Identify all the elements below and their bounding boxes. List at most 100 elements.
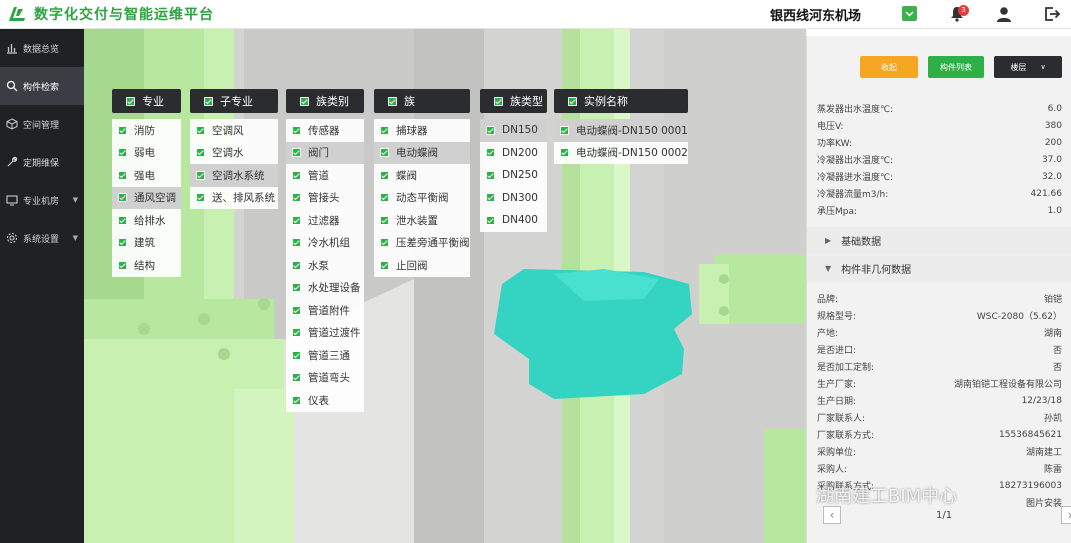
checkbox-icon[interactable] — [292, 170, 301, 180]
checkbox-icon[interactable] — [380, 170, 389, 180]
checkbox-icon[interactable] — [292, 305, 301, 315]
filter-option[interactable]: DN400 — [480, 209, 547, 232]
filter-option[interactable]: 管接头 — [286, 187, 364, 210]
checkbox-icon[interactable] — [292, 328, 301, 338]
checkbox-icon[interactable] — [196, 125, 205, 135]
section-non-geometric-data[interactable]: ▼ 构件非几何数据 — [807, 255, 1071, 282]
filter-option[interactable]: 冷水机组 — [286, 232, 364, 255]
checkbox-icon[interactable] — [118, 170, 127, 180]
filter-option[interactable]: 建筑 — [112, 232, 181, 255]
checkbox-icon[interactable] — [380, 260, 389, 270]
filter-option[interactable]: 管道过渡件 — [286, 322, 364, 345]
sidebar-item-maintenance[interactable]: 定期维保 — [0, 143, 84, 181]
filter-option[interactable]: 传感器 — [286, 119, 364, 142]
filter-option[interactable]: 管道弯头 — [286, 367, 364, 390]
checkbox-icon[interactable] — [118, 125, 127, 135]
checkbox-icon[interactable] — [486, 215, 495, 225]
filter-option[interactable]: 通风空调 — [112, 186, 181, 209]
sidebar-item-machine-room[interactable]: 专业机房 ▼ — [0, 181, 84, 219]
floor-select[interactable]: 楼层 ∨ — [994, 56, 1062, 78]
checkbox-icon[interactable] — [292, 283, 301, 293]
checkbox-icon[interactable] — [196, 170, 205, 180]
checkbox-icon[interactable] — [292, 238, 301, 248]
filter-option[interactable]: DN200 — [480, 142, 547, 165]
filter-option[interactable]: 仪表 — [286, 389, 364, 412]
sidebar-item-component-search[interactable]: 构件检索 — [0, 67, 84, 105]
filter-option[interactable]: 水泵 — [286, 254, 364, 277]
checkbox-icon[interactable] — [292, 350, 301, 360]
section-basic-data[interactable]: ▶ 基础数据 — [807, 227, 1071, 254]
filter-option[interactable]: 空调风 — [190, 119, 278, 142]
checkbox-icon[interactable] — [118, 238, 127, 248]
checkbox-icon[interactable] — [118, 148, 127, 158]
filter-option[interactable]: 捕球器 — [374, 119, 470, 142]
site-dropdown-button[interactable] — [902, 6, 917, 21]
filter-option[interactable]: 空调水系统 — [190, 164, 278, 187]
checkbox-icon[interactable] — [292, 125, 301, 135]
filter-option[interactable]: 蝶阀 — [374, 164, 470, 187]
filter-option[interactable]: DN150 — [480, 119, 547, 142]
filter-option[interactable]: 过滤器 — [286, 209, 364, 232]
filter-option[interactable]: 泄水装置 — [374, 209, 470, 232]
checkbox-icon[interactable] — [196, 193, 205, 203]
checkbox-icon[interactable] — [388, 96, 397, 106]
checkbox-icon[interactable] — [126, 96, 135, 106]
filter-option[interactable]: DN300 — [480, 187, 547, 210]
filter-option[interactable]: 结构 — [112, 254, 181, 277]
checkbox-icon[interactable] — [486, 125, 495, 135]
checkbox-icon[interactable] — [380, 215, 389, 225]
filter-option[interactable]: 电动蝶阀 — [374, 141, 470, 164]
component-list-button[interactable]: 构件列表 — [928, 56, 984, 78]
filter-option[interactable]: 阀门 — [286, 141, 364, 164]
checkbox-icon[interactable] — [204, 96, 213, 106]
filter-option[interactable]: 压差旁通平衡阀 — [374, 232, 470, 255]
checkbox-icon[interactable] — [568, 96, 577, 106]
checkbox-icon[interactable] — [486, 148, 495, 158]
checkbox-icon[interactable] — [292, 395, 301, 405]
prev-page-button[interactable]: ‹ — [823, 506, 841, 524]
filter-option[interactable]: 电动蝶阀-DN150 0001 — [554, 119, 688, 142]
property-key: 厂家联系人: — [817, 414, 866, 424]
user-icon[interactable] — [995, 5, 1013, 23]
filter-option[interactable]: 电动蝶阀-DN150 0002 — [554, 142, 688, 165]
filter-option[interactable]: 动态平衡阀 — [374, 187, 470, 210]
checkbox-icon[interactable] — [118, 215, 127, 225]
sidebar-item-overview[interactable]: 数据总览 — [0, 29, 84, 67]
filter-option[interactable]: 水处理设备 — [286, 277, 364, 300]
filter-option[interactable]: 管道三通 — [286, 344, 364, 367]
filter-option[interactable]: DN250 — [480, 164, 547, 187]
sidebar-item-space[interactable]: 空间管理 — [0, 105, 84, 143]
checkbox-icon[interactable] — [380, 125, 389, 135]
checkbox-icon[interactable] — [292, 193, 301, 203]
filter-option[interactable]: 空调水 — [190, 142, 278, 165]
filter-option[interactable]: 管道 — [286, 164, 364, 187]
filter-option[interactable]: 送、排风系统 — [190, 187, 278, 210]
logout-icon[interactable] — [1043, 5, 1061, 23]
checkbox-icon[interactable] — [118, 260, 127, 270]
filter-option[interactable]: 管道附件 — [286, 299, 364, 322]
checkbox-icon[interactable] — [380, 148, 389, 158]
checkbox-icon[interactable] — [560, 125, 569, 135]
checkbox-icon[interactable] — [118, 193, 127, 203]
checkbox-icon[interactable] — [494, 96, 503, 106]
checkbox-icon[interactable] — [292, 148, 301, 158]
checkbox-icon[interactable] — [486, 193, 495, 203]
checkbox-icon[interactable] — [292, 373, 301, 383]
filter-option[interactable]: 消防 — [112, 119, 181, 142]
checkbox-icon[interactable] — [292, 215, 301, 225]
filter-option[interactable]: 强电 — [112, 164, 181, 187]
checkbox-icon[interactable] — [300, 96, 309, 106]
filter-option[interactable]: 止回阀 — [374, 254, 470, 277]
filter-option[interactable]: 给排水 — [112, 209, 181, 232]
checkbox-icon[interactable] — [380, 193, 389, 203]
collapse-button[interactable]: 收起 — [860, 56, 918, 78]
sidebar-item-settings[interactable]: 系统设置 ▼ — [0, 219, 84, 257]
next-page-button[interactable]: › — [1061, 506, 1071, 524]
checkbox-icon[interactable] — [196, 148, 205, 158]
checkbox-icon[interactable] — [292, 260, 301, 270]
bim-3d-viewport[interactable]: 专业 消防 弱电 强电 通风空调 给排水 建筑 结构 子专业 空调风 空调水 空调水系统 送、排风… — [84, 29, 806, 543]
checkbox-icon[interactable] — [560, 148, 569, 158]
checkbox-icon[interactable] — [486, 170, 495, 180]
filter-option[interactable]: 弱电 — [112, 142, 181, 165]
checkbox-icon[interactable] — [380, 238, 389, 248]
